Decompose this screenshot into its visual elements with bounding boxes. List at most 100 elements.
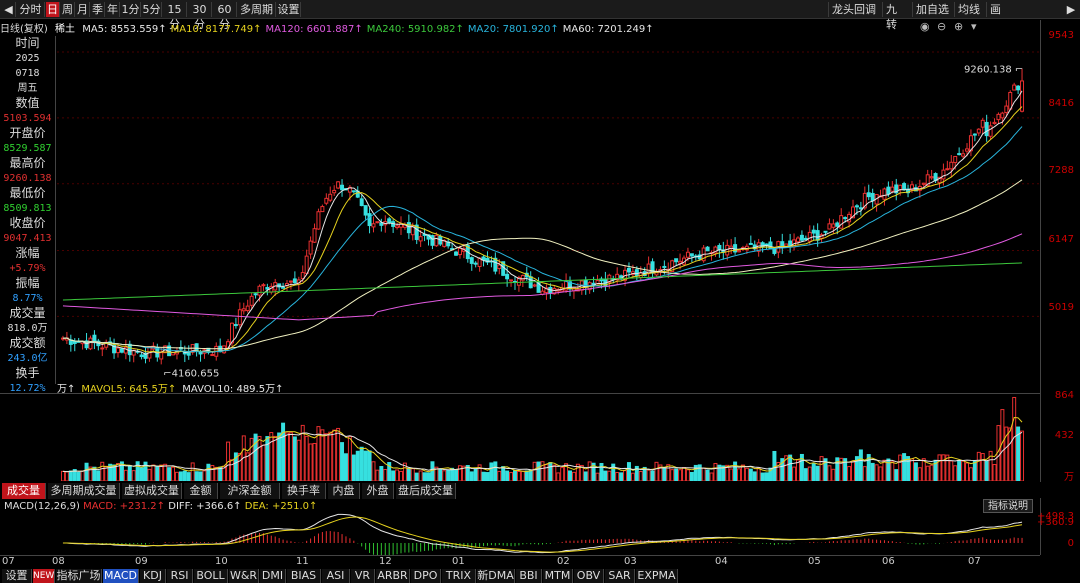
period-tab-12[interactable]: 设置 [277, 2, 301, 17]
bottom-tab-5[interactable]: RSI [167, 569, 193, 583]
period-tab-7[interactable]: 5分 [142, 2, 162, 17]
bottom-tab-6[interactable]: BOLL [194, 569, 228, 583]
period-tab-3[interactable]: 月 [76, 2, 90, 17]
volume-bar [277, 432, 282, 481]
bottom-tab-20[interactable]: EXPMA [636, 569, 678, 583]
bottom-tab-19[interactable]: SAR [605, 569, 635, 583]
volume-bar [375, 469, 380, 481]
candle [1016, 85, 1021, 95]
toolbar-item-3[interactable]: 均线 [954, 2, 984, 17]
bottom-tab-9[interactable]: BIAS [287, 569, 321, 583]
volume-bar [587, 461, 592, 481]
date-tick-11: 06 [882, 556, 895, 567]
volume-bar [831, 468, 836, 481]
candle [957, 147, 962, 156]
price-chart[interactable]: 9260.138 ⌐ ⌐4160.655 [57, 36, 1040, 380]
bottom-tab-0[interactable]: 设置 [2, 569, 32, 583]
period-tab-0[interactable]: 分时 [17, 2, 45, 17]
candle [174, 347, 179, 360]
volume-bar [701, 467, 706, 481]
bottom-tab-12[interactable]: ARBR [376, 569, 410, 583]
indicator-tab-2[interactable]: 虚拟成交量 [122, 483, 182, 499]
volume-bar [80, 470, 85, 481]
diff-value: DIFF: +366.6↑ [168, 501, 242, 512]
volume-bar [705, 469, 710, 481]
period-tab-2[interactable]: 周 [61, 2, 75, 17]
bottom-tab-10[interactable]: ASI [322, 569, 350, 583]
candle [906, 184, 911, 198]
indicator-tab-1[interactable]: 多周期成交量 [48, 483, 120, 499]
toolbar-item-1[interactable]: 九转 [882, 2, 910, 31]
date-tick-8: 03 [624, 556, 637, 567]
chart-mode[interactable]: 日线(复权) [0, 24, 48, 35]
bottom-tab-16[interactable]: BBI [516, 569, 542, 583]
volume-bar [682, 467, 686, 481]
bottom-tab-14[interactable]: TRIX [442, 569, 476, 583]
volume-bar [182, 470, 187, 481]
toolbar-item-2[interactable]: 加自选 [912, 2, 952, 17]
info-label-5: 最高价 [9, 156, 46, 170]
info-value-7: 9047.413 [3, 233, 52, 244]
period-tab-10[interactable]: 60分 [213, 2, 237, 31]
bottom-tab-17[interactable]: MTM [543, 569, 573, 583]
volume-bar [493, 461, 498, 481]
period-tab-5[interactable]: 年 [106, 2, 120, 17]
toolbar-item-0[interactable]: 龙头回调 [828, 2, 880, 17]
candle [332, 185, 337, 196]
volume-bar [359, 446, 364, 481]
volume-bar [917, 467, 922, 481]
volume-bar [454, 469, 459, 481]
bottom-tab-13[interactable]: DPO [411, 569, 441, 583]
volume-bar [666, 464, 671, 481]
indicator-explain-button[interactable]: 指标说明 [983, 499, 1033, 513]
bottom-tab-8[interactable]: DMI [260, 569, 286, 583]
volume-bar [131, 470, 136, 481]
period-tab-8[interactable]: 15分 [163, 2, 187, 31]
macd-chart[interactable] [0, 513, 1040, 555]
volume-bar [803, 468, 808, 481]
candle [375, 221, 380, 224]
bottom-tab-3[interactable]: MACD [103, 569, 139, 583]
bottom-tab-7[interactable]: W&R [229, 569, 259, 583]
period-tab-4[interactable]: 季 [91, 2, 105, 17]
indicator-tab-7[interactable]: 外盘 [362, 483, 394, 499]
volume-bar [949, 460, 954, 481]
bottom-tab-1[interactable]: NEW [33, 569, 55, 583]
indicator-tab-4[interactable]: 沪深金额 [220, 483, 280, 499]
bottom-tab-2[interactable]: 指标广场 [56, 569, 102, 583]
macd-axis: +498.3 +360.9 0 [1037, 498, 1080, 555]
volume-bar [870, 462, 875, 481]
volume-bar [127, 465, 132, 481]
eye-icon[interactable]: ◉ [920, 20, 930, 33]
volume-bar [520, 470, 525, 481]
volume-bar [450, 467, 455, 481]
bottom-tab-11[interactable]: VR [351, 569, 375, 583]
indicator-tab-0[interactable]: 成交量 [2, 483, 46, 499]
toolbar-item-4[interactable]: 画 [986, 2, 1006, 17]
dropdown-icon[interactable]: ▾ [971, 20, 977, 33]
period-tab-1[interactable]: 日 [46, 2, 60, 17]
bottom-tab-4[interactable]: KDJ [140, 569, 166, 583]
period-tab-6[interactable]: 1分 [121, 2, 141, 17]
bottom-tab-15[interactable]: 新DMA [477, 569, 515, 583]
indicator-tab-3[interactable]: 金额 [184, 483, 218, 499]
period-tab-9[interactable]: 30分 [188, 2, 212, 31]
indicator-tab-6[interactable]: 内盘 [328, 483, 360, 499]
nav-left-arrow-icon[interactable]: ◀ [2, 2, 16, 17]
volume-bar [296, 439, 301, 481]
nav-right-arrow-icon[interactable]: ▶ [1064, 2, 1078, 17]
candle [202, 348, 207, 359]
indicator-tab-5[interactable]: 换手率 [282, 483, 326, 499]
plus-icon[interactable]: ⊕ [954, 20, 963, 33]
minus-icon[interactable]: ⊖ [937, 20, 946, 33]
period-tab-11[interactable]: 多周期 [238, 2, 276, 17]
info-label-11: 成交额 [9, 336, 46, 350]
volume-bar [737, 468, 742, 481]
volume-chart[interactable] [0, 393, 1040, 481]
bottom-tab-18[interactable]: OBV [574, 569, 604, 583]
volume-bar [788, 454, 793, 481]
indicator-tab-8[interactable]: 盘后成交量 [396, 483, 456, 499]
candle [764, 243, 769, 250]
volume-bar [340, 442, 345, 481]
candle [304, 249, 309, 275]
